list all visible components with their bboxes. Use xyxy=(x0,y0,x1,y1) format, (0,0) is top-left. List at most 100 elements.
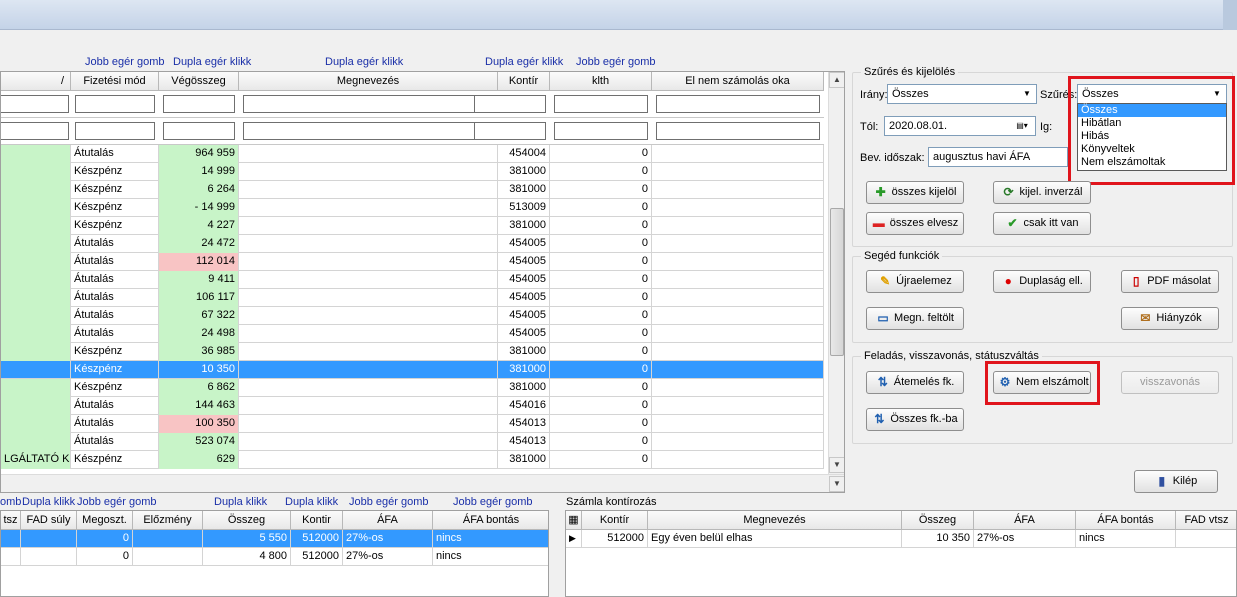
table-cell: 0 xyxy=(550,361,652,379)
filter-input[interactable] xyxy=(1,95,69,113)
column-header-name[interactable]: Megnevezés xyxy=(239,72,498,91)
invoice-grid[interactable]: / Fizetési mód Végösszeg Megnevezés Kont… xyxy=(0,71,845,493)
table-row[interactable]: Átutalás 144 463 454016 0 xyxy=(1,397,824,415)
column-header[interactable]: FAD súly xyxy=(21,511,77,530)
duplicate-check-button[interactable]: ● Duplaság ell. xyxy=(993,270,1091,293)
table-row[interactable]: Átutalás 112 014 454005 0 xyxy=(1,253,824,271)
column-header[interactable]: ÁFA bontás xyxy=(1076,511,1176,530)
vertical-scrollbar[interactable]: ▲ ▼ xyxy=(828,72,844,474)
table-row[interactable]: Készpénz 10 350 381000 0 xyxy=(1,361,824,379)
table-row[interactable]: Átutalás 24 498 454005 0 xyxy=(1,325,824,343)
table-row[interactable]: 0 5 550 512000 27%-os nincs xyxy=(1,530,548,548)
scroll-up-icon[interactable]: ▲ xyxy=(829,72,844,88)
booking-grid[interactable]: ▦ Kontír Megnevezés Összeg ÁFA ÁFA bontá… xyxy=(565,510,1237,597)
hint-double-click: Dupla egér klikk xyxy=(485,56,564,68)
column-header[interactable]: tsz xyxy=(1,511,21,530)
filter-input[interactable] xyxy=(243,95,494,113)
table-row[interactable]: Készpénz 6 264 381000 0 xyxy=(1,181,824,199)
transfer-button[interactable]: ⇅ Átemelés fk. xyxy=(866,371,964,394)
table-row[interactable]: Átutalás 9 411 454005 0 xyxy=(1,271,824,289)
column-header-total[interactable]: Végösszeg xyxy=(159,72,239,91)
filter-input[interactable] xyxy=(656,95,820,113)
hint-right-click: Jobb egér gomb xyxy=(576,56,656,68)
split-grid[interactable]: tsz FAD súly Megoszt. Előzmény Összeg Ko… xyxy=(0,510,549,597)
column-header[interactable]: Kontír xyxy=(582,511,648,530)
direction-select[interactable]: Összes ▼ xyxy=(887,84,1037,104)
period-field[interactable]: augusztus havi ÁFA xyxy=(928,147,1068,167)
column-header-klth[interactable]: klth xyxy=(550,72,652,91)
filter-input[interactable] xyxy=(163,122,235,140)
table-row[interactable]: Átutalás 100 350 454013 0 xyxy=(1,415,824,433)
highlight-box xyxy=(985,361,1100,405)
reanalyze-button[interactable]: ✎ Újraelemez xyxy=(866,270,964,293)
select-all-button[interactable]: ✚ összes kijelöl xyxy=(866,181,964,204)
table-cell xyxy=(1,235,71,253)
filter-input[interactable] xyxy=(474,95,546,113)
column-header-payment-mode[interactable]: Fizetési mód xyxy=(71,72,159,91)
filter-input[interactable] xyxy=(656,122,820,140)
scroll-down-icon[interactable]: ▼ xyxy=(829,476,844,492)
table-cell: Átutalás xyxy=(71,235,159,253)
column-header[interactable]: Kontir xyxy=(291,511,343,530)
column-header[interactable]: Összeg xyxy=(203,511,291,530)
filter-input[interactable] xyxy=(554,122,648,140)
table-row[interactable]: LGÁLTATÓ KF Készpénz 629 381000 0 xyxy=(1,451,824,469)
table-row[interactable]: Átutalás 106 117 454005 0 xyxy=(1,289,824,307)
table-row[interactable]: Átutalás 67 322 454005 0 xyxy=(1,307,824,325)
table-cell: 0 xyxy=(550,253,652,271)
deselect-all-button[interactable]: ▬ összes elvesz xyxy=(866,212,964,235)
scroll-thumb[interactable] xyxy=(830,208,844,356)
column-header[interactable]: Előzmény xyxy=(133,511,203,530)
revoke-button[interactable]: visszavonás xyxy=(1121,371,1219,394)
column-header[interactable]: ÁFA xyxy=(974,511,1076,530)
table-row[interactable]: Készpénz - 14 999 513009 0 xyxy=(1,199,824,217)
missing-button[interactable]: ✉ Hiányzók xyxy=(1121,307,1219,330)
fill-name-button[interactable]: ▭ Megn. feltölt xyxy=(866,307,964,330)
filter-input[interactable] xyxy=(243,122,494,140)
column-header-sort[interactable]: / xyxy=(1,72,71,91)
table-row[interactable]: Készpénz 14 999 381000 0 xyxy=(1,163,824,181)
column-header[interactable]: Összeg xyxy=(902,511,974,530)
table-row[interactable]: Készpénz 4 227 381000 0 xyxy=(1,217,824,235)
table-row[interactable]: Készpénz 6 862 381000 0 xyxy=(1,379,824,397)
hint-right-click: Jobb egér gomb xyxy=(453,496,533,508)
column-header-reason[interactable]: El nem számolás oka xyxy=(652,72,824,91)
table-cell: - 14 999 xyxy=(159,199,239,217)
column-header[interactable]: ÁFA xyxy=(343,511,433,530)
filter-input[interactable] xyxy=(474,122,546,140)
table-row[interactable]: Átutalás 964 959 454004 0 xyxy=(1,145,824,163)
calendar-icon[interactable]: ▤▾ xyxy=(1011,119,1033,133)
table-cell xyxy=(652,253,824,271)
exit-button[interactable]: ▮ Kilép xyxy=(1134,470,1218,493)
table-row[interactable]: ▶ 512000 Egy éven belül elhas 10 350 27%-os n… xyxy=(566,530,1236,548)
table-cell xyxy=(239,163,498,181)
filter-input[interactable] xyxy=(75,122,155,140)
filter-input[interactable] xyxy=(554,95,648,113)
horizontal-scrollbar[interactable]: ▼ xyxy=(1,474,844,492)
table-row[interactable]: Átutalás 523 074 454013 0 xyxy=(1,433,824,451)
booking-section-title: Számla kontírozás xyxy=(566,496,657,508)
filter-input[interactable] xyxy=(163,95,235,113)
invert-selection-button[interactable]: ⟳ kijel. inverzál xyxy=(993,181,1091,204)
scroll-down-icon[interactable]: ▼ xyxy=(829,457,844,473)
only-here-button[interactable]: ✔ csak itt van xyxy=(993,212,1091,235)
grid-corner-icon[interactable]: ▦ xyxy=(566,511,582,530)
from-date-picker[interactable]: 2020.08.01. ▤▾ xyxy=(884,116,1036,136)
table-cell: nincs xyxy=(433,530,548,548)
table-cell xyxy=(239,289,498,307)
table-cell: 4 227 xyxy=(159,217,239,235)
column-header-kontir[interactable]: Kontír xyxy=(498,72,550,91)
all-to-button[interactable]: ⇅ Összes fk.-ba xyxy=(866,408,964,431)
table-row[interactable]: Átutalás 24 472 454005 0 xyxy=(1,235,824,253)
pdf-copy-button[interactable]: ▯ PDF másolat xyxy=(1121,270,1219,293)
column-header[interactable]: Megoszt. xyxy=(77,511,133,530)
table-row[interactable]: 0 4 800 512000 27%-os nincs xyxy=(1,548,548,566)
column-header[interactable]: ÁFA bontás xyxy=(433,511,548,530)
table-cell: 454004 xyxy=(498,145,550,163)
filter-input[interactable] xyxy=(75,95,155,113)
column-header[interactable]: FAD vtsz xyxy=(1176,511,1236,530)
table-cell: 0 xyxy=(550,307,652,325)
filter-input[interactable] xyxy=(1,122,69,140)
column-header[interactable]: Megnevezés xyxy=(648,511,902,530)
table-row[interactable]: Készpénz 36 985 381000 0 xyxy=(1,343,824,361)
